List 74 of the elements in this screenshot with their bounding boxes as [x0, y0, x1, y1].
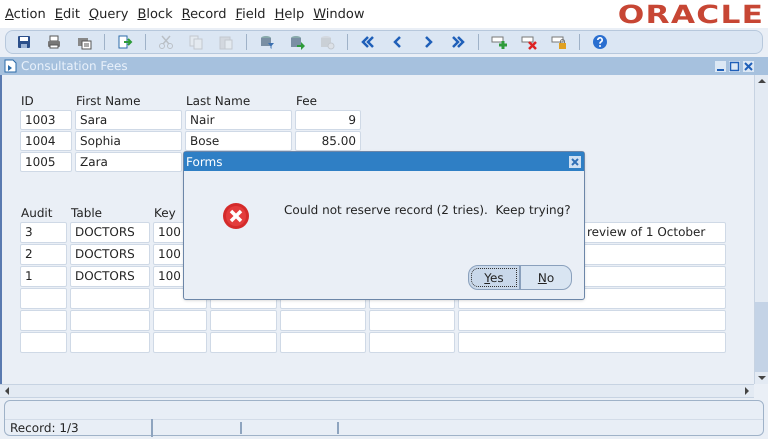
text-field[interactable]	[70, 288, 150, 309]
exit-icon[interactable]	[117, 34, 133, 50]
column-header: ID	[20, 94, 35, 109]
minimize-icon[interactable]	[715, 60, 726, 72]
text-field[interactable]: 85.00	[295, 131, 361, 151]
dialog-title: Forms	[186, 154, 222, 170]
text-field[interactable]	[210, 310, 277, 331]
text-field[interactable]	[70, 332, 150, 353]
column-header: First Name	[75, 94, 142, 109]
text-field[interactable]	[280, 310, 366, 331]
database-filter-icon[interactable]	[259, 34, 275, 50]
form-icon	[4, 59, 17, 73]
text-field[interactable]: DOCTORS	[70, 222, 150, 243]
text-field[interactable]: Sophia	[75, 131, 182, 151]
menu-item[interactable]: Block	[137, 8, 173, 20]
text-field[interactable]: 2	[20, 244, 67, 265]
text-field[interactable]	[20, 288, 67, 309]
oracle-logo: ORACLE	[617, 2, 764, 26]
first-record-icon[interactable]	[360, 34, 376, 50]
text-field[interactable]	[20, 332, 67, 353]
text-field[interactable]: DOCTORS	[70, 244, 150, 265]
maximize-icon[interactable]	[729, 60, 740, 72]
text-field[interactable]: Zara	[75, 152, 182, 172]
menu-item[interactable]: Help	[274, 8, 304, 20]
text-field[interactable]: DOCTORS	[70, 266, 150, 287]
dialog-button[interactable]: No	[520, 265, 572, 290]
menu-item[interactable]: Window	[313, 8, 364, 20]
text-field[interactable]	[369, 310, 455, 331]
close-icon[interactable]	[569, 156, 581, 168]
column-header: Fee	[295, 94, 318, 109]
printer-icon[interactable]	[46, 34, 62, 50]
text-field[interactable]: 1003	[20, 110, 72, 130]
text-field[interactable]: 9	[295, 110, 361, 130]
database-arrow-icon[interactable]	[289, 34, 305, 50]
menu-item[interactable]: Edit	[54, 8, 80, 20]
text-field[interactable]	[153, 310, 207, 331]
horizontal-scrollbar[interactable]	[0, 384, 754, 398]
text-field[interactable]	[153, 332, 207, 353]
text-field[interactable]	[70, 310, 150, 331]
column-header: Last Name	[185, 94, 252, 109]
text-field[interactable]	[458, 332, 726, 353]
column-header: Table	[70, 205, 104, 221]
column-header: Key	[153, 205, 177, 221]
menu-item[interactable]: Query	[88, 8, 128, 20]
text-field[interactable]: Bose	[185, 131, 292, 151]
help-icon[interactable]	[592, 34, 608, 50]
status-text: Record: 1/3	[5, 418, 153, 436]
menu-item[interactable]: Record	[182, 8, 227, 20]
dialog-button[interactable]: Yes	[468, 265, 520, 290]
delete-record-icon[interactable]	[521, 34, 537, 50]
close-icon[interactable]	[743, 60, 754, 72]
text-field[interactable]	[280, 332, 366, 353]
lock-record-icon[interactable]	[551, 34, 567, 50]
vertical-scrollbar[interactable]	[754, 75, 768, 384]
save-icon[interactable]	[16, 34, 32, 50]
text-field[interactable]: Nair	[185, 110, 292, 130]
menu-item[interactable]: Field	[236, 8, 266, 20]
text-field[interactable]: Sara	[75, 110, 182, 130]
text-field[interactable]: 1005	[20, 152, 72, 172]
text-field[interactable]	[458, 310, 726, 331]
text-field[interactable]: 1	[20, 266, 67, 287]
scrollbar-thumb[interactable]	[755, 302, 768, 372]
window-title: Consultation Fees	[21, 58, 128, 75]
insert-record-icon[interactable]	[491, 34, 507, 50]
text-field[interactable]	[20, 310, 67, 331]
text-field[interactable]: 1004	[20, 131, 72, 151]
menu-item[interactable]: Action	[5, 8, 46, 20]
text-field[interactable]: 3	[20, 222, 67, 243]
error-icon	[222, 202, 250, 230]
dialog-message: Could not reserve record (2 tries). Keep trying?	[284, 202, 571, 219]
column-header: Audit	[20, 205, 54, 221]
last-record-icon[interactable]	[450, 34, 466, 50]
text-field[interactable]	[369, 332, 455, 353]
text-field[interactable]	[210, 332, 277, 353]
